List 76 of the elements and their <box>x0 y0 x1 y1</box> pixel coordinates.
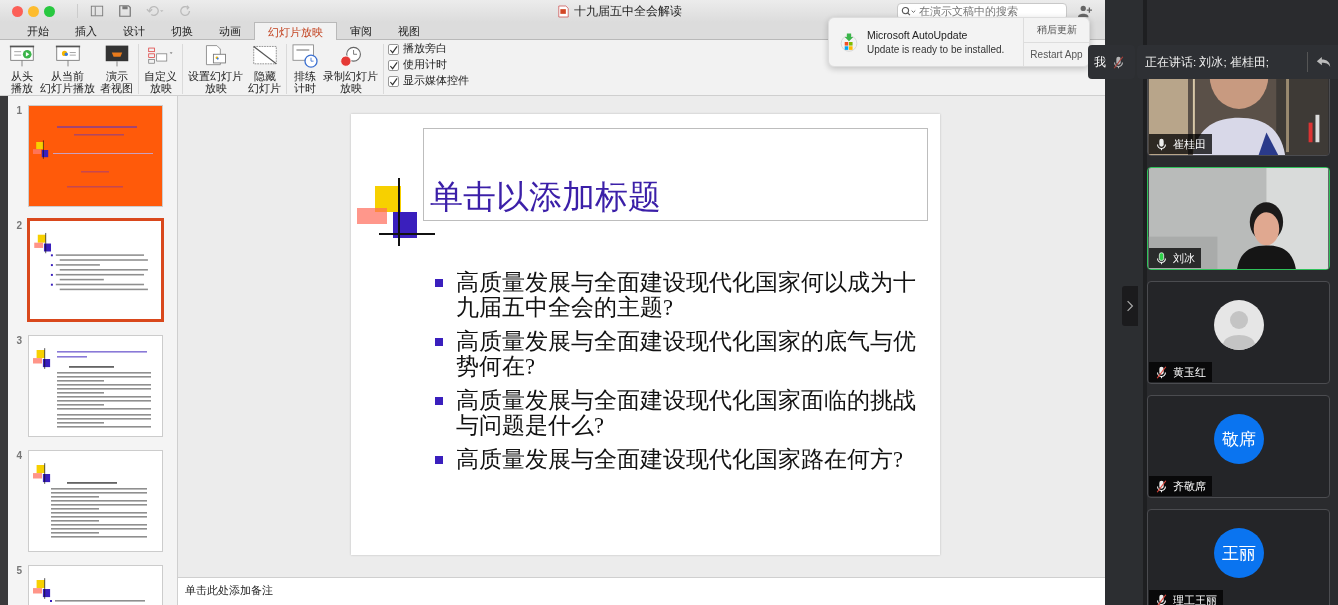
self-label: 我 <box>1094 53 1106 71</box>
ribbon-button[interactable]: 录制幻灯片 放映 <box>322 44 379 94</box>
bullet-text: 高质量发展与全面建设现代化国家路在何方? <box>456 447 904 472</box>
ribbon-tab[interactable]: 插入 <box>62 22 110 39</box>
avatar-icon <box>1213 300 1264 350</box>
ribbon-button[interactable]: 从当前 幻灯片播放 <box>39 44 96 94</box>
slide-number: 4 <box>15 450 22 463</box>
slide-thumbnail[interactable] <box>28 105 163 207</box>
ribbon-tab[interactable]: 审阅 <box>337 22 385 39</box>
window-title: 十九届五中全会解读 <box>574 2 683 20</box>
ribbon-tab[interactable]: 开始 <box>14 22 62 39</box>
ribbon-button[interactable]: 隐藏 幻灯片 <box>247 44 282 94</box>
participant-tile[interactable]: 王丽 理工王丽 <box>1147 509 1330 605</box>
search-icon <box>901 5 917 17</box>
notification-button[interactable]: Restart App <box>1024 42 1089 66</box>
bullet-text: 高质量发展与全面建设现代化国家面临的挑战与问题是什么? <box>456 388 917 438</box>
sidebar-icon[interactable] <box>90 4 104 18</box>
avatar-initials: 敬席 <box>1213 414 1264 464</box>
participant-tile[interactable]: 敬席 齐敬席 <box>1147 395 1330 498</box>
chevron-right-icon <box>1126 298 1134 313</box>
slide-number: 5 <box>15 565 22 578</box>
ribbon-tab[interactable]: 设计 <box>110 22 158 39</box>
slide-number: 2 <box>15 220 22 233</box>
avatar-initials: 王丽 <box>1213 528 1264 578</box>
slide-number: 1 <box>15 105 22 118</box>
bullet-icon <box>435 338 443 346</box>
bullet-icon <box>435 397 443 405</box>
ribbon-button[interactable]: 演示 者视图 <box>99 44 134 94</box>
slide-number: 3 <box>15 335 22 348</box>
bullet-icon <box>435 279 443 287</box>
participant-name: 黄玉红 <box>1173 364 1206 380</box>
checkbox-label: 播放旁白 <box>403 42 447 56</box>
bullet-text: 高质量发展与全面建设现代化国家何以成为十九届五中全会的主题? <box>456 270 917 320</box>
record-timer-icon <box>337 44 364 68</box>
bullet-icon <box>435 456 443 464</box>
back-arrow-icon[interactable] <box>1316 56 1331 68</box>
save-icon[interactable] <box>118 4 132 18</box>
notification-button[interactable]: 稍后更新 <box>1024 18 1089 43</box>
ribbon-tab[interactable]: 动画 <box>206 22 254 39</box>
slide-thumbnail[interactable] <box>27 218 164 322</box>
presentation-file-icon <box>558 4 570 18</box>
ribbon-tab[interactable]: 视图 <box>385 22 433 39</box>
checkbox[interactable] <box>388 75 399 87</box>
participant-name: 理工王丽 <box>1173 592 1217 605</box>
bullet-text: 高质量发展与全面建设现代化国家的底气与优势何在? <box>456 329 917 379</box>
notification-message: Update is ready to be installed. <box>867 44 1006 55</box>
update-app-icon <box>839 32 859 52</box>
checkbox-label: 显示媒体控件 <box>403 74 469 88</box>
rehearse-timer-icon <box>292 44 318 68</box>
slide-thumbnail[interactable] <box>28 450 163 552</box>
notes-placeholder[interactable]: 单击此处添加备注 <box>178 577 1105 605</box>
ribbon-button[interactable]: 自定义 放映 <box>143 44 178 94</box>
participant-tile[interactable]: 黄玉红 <box>1147 281 1330 384</box>
ribbon-slideshow-icon <box>9 44 35 68</box>
zoom-button[interactable] <box>44 5 55 17</box>
speaking-text: 正在讲话: 刘冰; 崔桂田; <box>1145 54 1270 70</box>
checkbox-label: 使用计时 <box>403 58 447 72</box>
ribbon-tab[interactable]: 幻灯片放映 <box>254 22 337 40</box>
checkbox[interactable] <box>388 59 399 71</box>
participant-name: 刘冰 <box>1173 250 1195 266</box>
checkbox[interactable] <box>388 43 399 55</box>
ribbon-button[interactable]: 从头 播放 <box>8 44 36 94</box>
participant-name: 齐敬席 <box>1173 478 1206 494</box>
expand-button[interactable] <box>1122 285 1138 326</box>
ribbon-slideshow-icon <box>54 44 81 68</box>
participant-tile[interactable]: 刘冰 <box>1147 167 1330 270</box>
slide-thumbnail[interactable] <box>28 335 163 437</box>
ribbon-button[interactable]: 排练 计时 <box>291 44 319 94</box>
ribbon-tab[interactable]: 切换 <box>158 22 206 39</box>
notification-title: Microsoft AutoUpdate <box>867 29 969 41</box>
ribbon-button[interactable]: 设置幻灯片 放映 <box>187 44 244 94</box>
presenter-screen-icon <box>103 44 130 68</box>
participant-name: 崔桂田 <box>1173 136 1206 152</box>
title-placeholder[interactable]: 单击以添加标题 <box>423 128 928 221</box>
close-button[interactable] <box>12 5 23 17</box>
add-person-icon[interactable] <box>1077 4 1093 18</box>
